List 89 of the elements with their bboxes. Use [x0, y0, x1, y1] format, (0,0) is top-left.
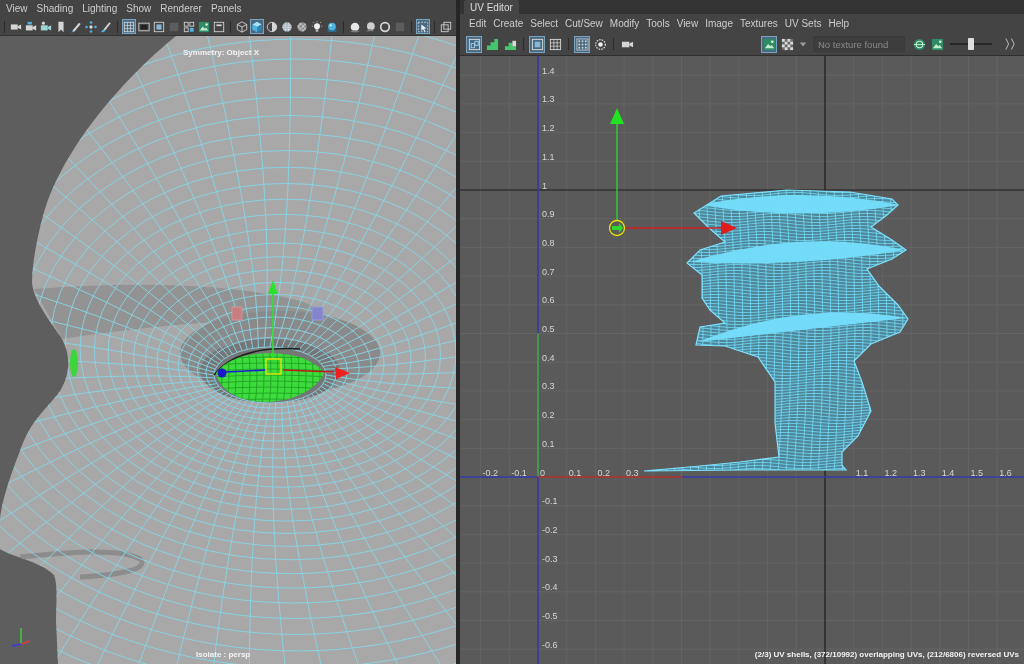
dot-grid-icon[interactable] [574, 35, 590, 53]
menu-item[interactable]: Panels [210, 3, 242, 15]
texture-field[interactable]: No texture found [813, 36, 905, 52]
u-axis-label: 0 [540, 467, 545, 478]
left-arrow[interactable] [217, 368, 267, 378]
v-axis-label: 0.2 [542, 410, 555, 421]
menu-item[interactable]: Image [705, 17, 733, 30]
v-axis-label: 1.3 [542, 94, 555, 105]
menu-item[interactable]: UV Sets [784, 17, 822, 30]
menu-item[interactable]: Renderer [160, 3, 202, 15]
center-handle[interactable] [265, 358, 282, 375]
ring-icon[interactable] [378, 19, 392, 34]
v-axis-label: 1.2 [542, 123, 555, 134]
v-axis-label: 0.1 [542, 438, 555, 449]
chevrons-icon[interactable] [1004, 37, 1016, 51]
v-axis-label: 1.4 [542, 65, 555, 76]
menu-item[interactable]: Textures [739, 17, 778, 30]
menu-item[interactable]: Lighting [82, 3, 118, 15]
status-message: (2/3) UV shells, (372/10992) overlapping UVs, (212/6806) reversed UVs [754, 650, 1019, 660]
v-axis-label: 0.9 [542, 209, 555, 220]
panel-tab[interactable]: UV Editor [464, 0, 519, 14]
right-arrow[interactable] [282, 367, 350, 379]
v-axis-label: -0.3 [542, 553, 558, 564]
menu-item[interactable]: Modify [609, 17, 640, 30]
menu-item[interactable]: Create [493, 17, 524, 30]
u-axis-label: 1.5 [970, 467, 983, 478]
u-axis-label: 1.3 [913, 467, 926, 478]
cube-icon[interactable] [235, 19, 249, 34]
v-axis-label: 0.7 [542, 266, 555, 277]
u-axis-label: 1.4 [941, 467, 955, 478]
brush-icon[interactable] [99, 19, 113, 34]
v-axis-label: 1.1 [542, 151, 555, 162]
crosshair-icon[interactable] [84, 19, 98, 34]
menu-item[interactable]: Cut/Sew [565, 17, 603, 30]
selected-eye[interactable] [216, 353, 324, 402]
grid-icon[interactable] [122, 19, 136, 34]
menu-item[interactable]: Edit [469, 17, 487, 30]
menu-item[interactable]: Select [530, 17, 559, 30]
picture-icon[interactable] [761, 35, 777, 53]
menu-item[interactable]: View [676, 17, 699, 30]
slider-thumb[interactable] [968, 38, 974, 50]
cursor-icon[interactable] [416, 19, 430, 34]
up-arrow[interactable] [610, 108, 624, 221]
menu-item[interactable]: View [6, 3, 28, 15]
sphere-icon[interactable] [280, 19, 294, 34]
v-axis-label: -0.5 [542, 611, 558, 621]
v-axis-label: 0.4 [542, 352, 555, 363]
v-axis-label: 0.5 [542, 324, 555, 334]
squares-icon[interactable] [439, 19, 453, 34]
frame-icon[interactable] [152, 19, 166, 34]
menu-item[interactable]: Show [126, 3, 152, 15]
u-axis-label: 0.2 [597, 467, 610, 478]
u-axis-label: 1.2 [884, 467, 897, 478]
sphere-icon[interactable] [265, 19, 279, 34]
box-icon[interactable] [212, 19, 226, 34]
frame-icon[interactable] [529, 35, 545, 53]
mirrored-eye [70, 349, 78, 377]
v-axis-label: 1 [542, 180, 547, 191]
pivot-handle[interactable] [608, 219, 626, 237]
menu-item[interactable]: Tools [646, 17, 670, 30]
u-axis-label: 1.6 [999, 467, 1012, 478]
u-axis-label: 0.1 [568, 467, 582, 478]
v-axis-label: -0.6 [542, 639, 558, 650]
v-axis-label: -0.4 [542, 582, 558, 593]
menu-item[interactable]: Help [828, 17, 849, 30]
v-axis-label: 0.3 [542, 381, 555, 392]
menu-item[interactable]: Shading [36, 3, 74, 15]
grid-icon[interactable] [466, 35, 482, 53]
checker-sphere-icon[interactable] [295, 19, 309, 34]
v-axis-label: -0.2 [542, 524, 558, 535]
tiles-icon[interactable] [182, 19, 196, 34]
camera-label: Isolate : persp [196, 650, 251, 660]
cube-icon[interactable] [250, 19, 264, 34]
plane-handle[interactable] [311, 306, 324, 321]
u-axis-label: 0.3 [626, 467, 639, 478]
v-axis-label: -0.1 [542, 496, 558, 507]
v-axis-label: 0.8 [542, 237, 555, 248]
symmetry-label: Symmetry: Object X [183, 48, 260, 58]
u-axis-label: 1.1 [855, 467, 869, 478]
caret-icon[interactable] [799, 40, 807, 48]
bulb-icon[interactable] [310, 19, 324, 34]
right-arrow[interactable] [624, 221, 737, 235]
picture-icon[interactable] [197, 19, 211, 34]
film-gate-icon[interactable] [137, 19, 151, 34]
up-arrow[interactable] [268, 280, 278, 364]
v-axis-label: 0.6 [542, 295, 555, 306]
u-axis-label: -0.1 [511, 467, 527, 478]
u-axis-label: -0.2 [482, 467, 499, 478]
plane-handle[interactable] [231, 306, 243, 321]
